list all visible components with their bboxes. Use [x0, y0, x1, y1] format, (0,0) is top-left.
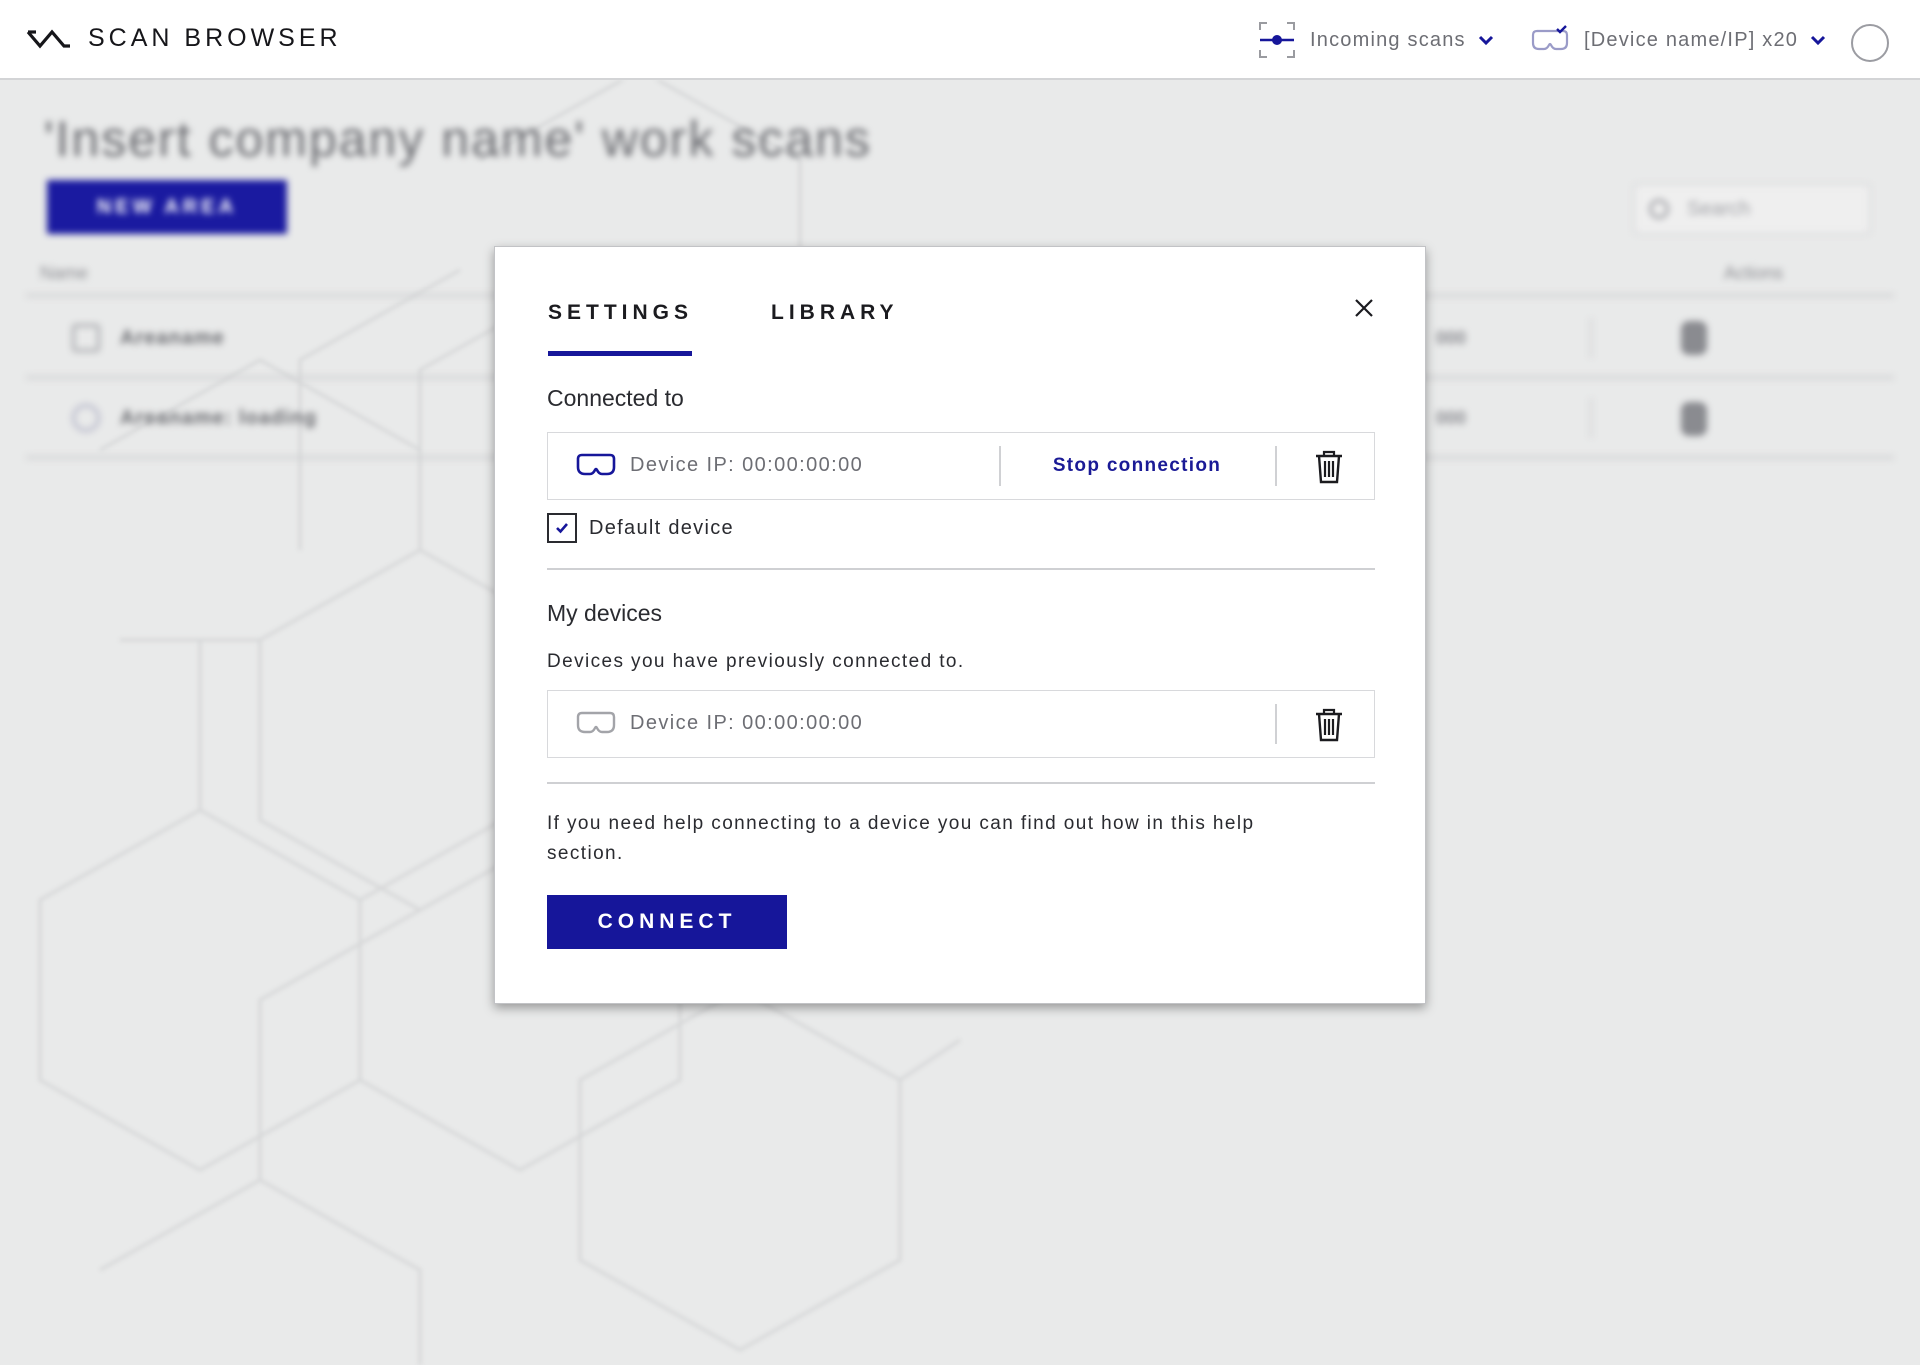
trash-icon	[1681, 321, 1707, 355]
section-divider	[547, 782, 1375, 784]
top-bar: SCAN BROWSER Incoming scans [Device name…	[0, 0, 1920, 80]
trash-icon[interactable]	[1314, 450, 1344, 484]
table-row-value: 000	[1436, 408, 1467, 428]
device-menu-label: [Device name/IP] x20	[1584, 28, 1799, 51]
vr-headset-icon	[576, 453, 616, 476]
table-row-name: Areaname: loading	[120, 406, 318, 429]
stop-connection-button[interactable]: Stop connection	[1000, 445, 1274, 487]
table-row: Areaname: loading	[72, 398, 317, 438]
my-devices-heading: My devices	[547, 600, 663, 626]
avatar[interactable]	[1851, 24, 1889, 62]
row-divider	[1275, 446, 1277, 486]
table-row-name: Areaname	[120, 326, 225, 349]
app-title: SCAN BROWSER	[88, 24, 342, 52]
loading-icon	[72, 404, 100, 432]
table-row-value: 000	[1436, 328, 1467, 348]
chevron-down-icon	[1478, 35, 1493, 46]
vr-headset-icon	[1531, 25, 1569, 51]
tab-library[interactable]: LIBRARY	[771, 301, 899, 325]
connected-device-ip: Device IP: 00:00:00:00	[630, 454, 864, 476]
vr-headset-icon	[576, 711, 616, 734]
column-header-actions: Actions	[1724, 263, 1784, 283]
logo-icon	[26, 29, 70, 49]
checkmark-icon	[556, 523, 568, 534]
column-header-name: Name	[40, 263, 89, 283]
table-divider	[1590, 398, 1592, 438]
trash-icon	[1681, 402, 1707, 436]
table-divider	[1590, 318, 1592, 358]
default-device-checkbox[interactable]	[547, 513, 577, 543]
row-divider	[1275, 704, 1277, 744]
incoming-scans-label: Incoming scans	[1310, 28, 1466, 51]
help-text: If you need help connecting to a device …	[547, 813, 1255, 864]
background-page-title: 'Insert company name' work scans	[44, 111, 872, 167]
incoming-scans-menu[interactable]: Incoming scans	[1258, 22, 1494, 58]
background-search-placeholder: Search	[1687, 197, 1751, 220]
area-icon	[72, 324, 100, 352]
previous-device-ip: Device IP: 00:00:00:00	[630, 712, 864, 734]
connected-to-heading: Connected to	[547, 385, 684, 411]
settings-modal: SETTINGS LIBRARY Connected to Device IP:…	[494, 246, 1426, 1004]
my-devices-subtitle: Devices you have previously connected to…	[547, 651, 965, 672]
connect-button[interactable]: CONNECT	[547, 895, 787, 949]
search-icon	[1649, 199, 1669, 219]
device-menu[interactable]: [Device name/IP] x20	[1530, 22, 1826, 58]
default-device-label: Default device	[589, 517, 734, 539]
active-tab-indicator	[548, 351, 692, 356]
chevron-down-icon	[1811, 35, 1826, 46]
previous-device-row[interactable]: Device IP: 00:00:00:00	[547, 690, 1375, 758]
trash-icon[interactable]	[1314, 708, 1344, 742]
section-divider	[547, 568, 1375, 570]
incoming-scans-icon	[1259, 22, 1295, 58]
connected-device-row: Device IP: 00:00:00:00 Stop connection	[547, 432, 1375, 500]
close-icon[interactable]	[1353, 297, 1375, 319]
new-area-button: NEW AREA	[47, 180, 287, 234]
table-row: Areaname	[72, 318, 225, 358]
tab-settings[interactable]: SETTINGS	[548, 301, 693, 325]
background-search-input: Search	[1634, 184, 1870, 234]
